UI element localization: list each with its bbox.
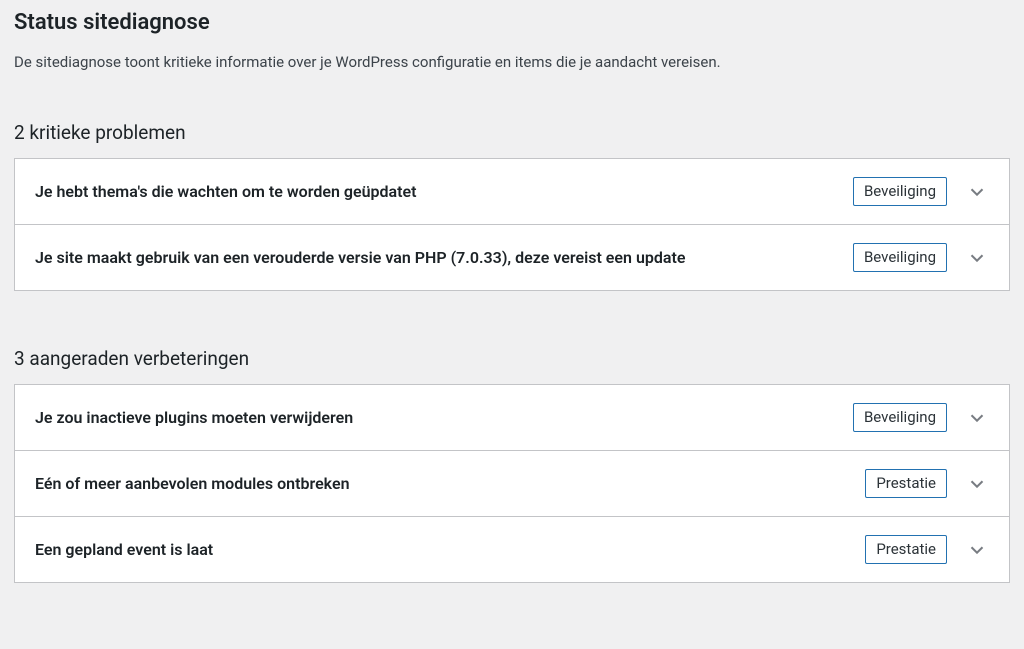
issue-title: Een gepland event is laat <box>35 540 865 559</box>
issue-title: Eén of meer aanbevolen modules ontbreken <box>35 474 865 493</box>
issue-title: Je zou inactieve plugins moeten verwijde… <box>35 408 853 427</box>
critical-issues-list: Je hebt thema's die wachten om te worden… <box>14 158 1010 291</box>
issue-title: Je site maakt gebruik van een verouderde… <box>35 248 853 267</box>
badge-security: Beveiliging <box>853 177 947 206</box>
critical-issues-heading: 2 kritieke problemen <box>14 121 1010 144</box>
badge-performance: Prestatie <box>865 469 947 498</box>
issue-row[interactable]: Je hebt thema's die wachten om te worden… <box>15 158 1009 224</box>
badge-performance: Prestatie <box>865 535 947 564</box>
recommended-improvements-heading: 3 aangeraden verbeteringen <box>14 347 1010 370</box>
chevron-down-icon <box>965 180 989 204</box>
badge-security: Beveiliging <box>853 243 947 272</box>
issue-right: Beveiliging <box>853 177 989 206</box>
issue-right: Prestatie <box>865 535 989 564</box>
issue-right: Prestatie <box>865 469 989 498</box>
recommended-improvements-list: Je zou inactieve plugins moeten verwijde… <box>14 384 1010 583</box>
issue-right: Beveiliging <box>853 403 989 432</box>
page-description: De sitediagnose toont kritieke informati… <box>14 53 1010 71</box>
issue-title: Je hebt thema's die wachten om te worden… <box>35 182 853 201</box>
issue-row[interactable]: Eén of meer aanbevolen modules ontbreken… <box>15 450 1009 516</box>
page-title: Status sitediagnose <box>14 10 1010 35</box>
chevron-down-icon <box>965 538 989 562</box>
chevron-down-icon <box>965 472 989 496</box>
issue-row[interactable]: Je site maakt gebruik van een verouderde… <box>15 224 1009 290</box>
issue-row[interactable]: Een gepland event is laat Prestatie <box>15 516 1009 582</box>
chevron-down-icon <box>965 246 989 270</box>
issue-right: Beveiliging <box>853 243 989 272</box>
badge-security: Beveiliging <box>853 403 947 432</box>
issue-row[interactable]: Je zou inactieve plugins moeten verwijde… <box>15 384 1009 450</box>
chevron-down-icon <box>965 406 989 430</box>
